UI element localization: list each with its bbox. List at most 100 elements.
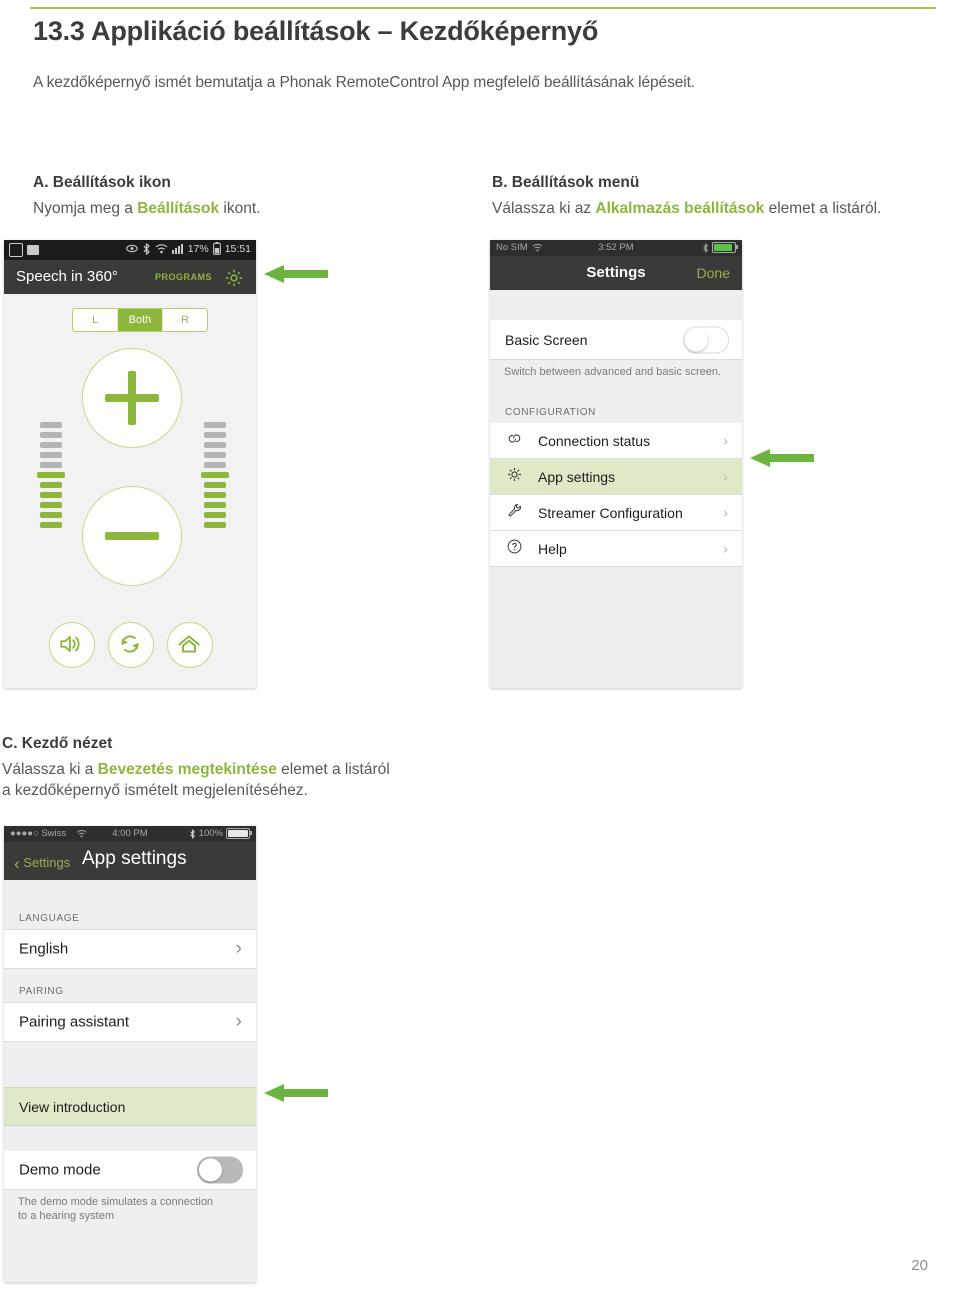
back-label: Settings bbox=[23, 855, 71, 870]
chevron-right-icon: › bbox=[723, 432, 728, 449]
back-button[interactable]: ‹ Settings bbox=[14, 854, 70, 874]
phone-screenshot-a: 17% 15:51 Speech in 360° PROGRAMS L Both… bbox=[4, 240, 256, 688]
sync-icon bbox=[121, 635, 139, 653]
basic-screen-toggle[interactable] bbox=[683, 326, 729, 353]
configuration-header: CONFIGURATION bbox=[490, 391, 742, 423]
language-value: English bbox=[19, 940, 69, 958]
ear-selector[interactable]: L Both R bbox=[72, 308, 208, 332]
row-label: Connection status bbox=[538, 432, 651, 449]
clock-label: 15:51 bbox=[224, 242, 251, 255]
level-seg bbox=[204, 452, 226, 458]
home-icon bbox=[178, 635, 200, 653]
row-help[interactable]: Help › bbox=[490, 531, 742, 567]
demo-mode-note: The demo mode simulates a connection to … bbox=[4, 1190, 256, 1235]
signal-icon bbox=[171, 244, 183, 254]
page-title: 13.3 Applikáció beállítások – Kezdőképer… bbox=[33, 16, 599, 46]
volume-down-button[interactable] bbox=[82, 486, 182, 586]
language-header: LANGUAGE bbox=[4, 904, 256, 929]
demo-mode-toggle[interactable] bbox=[197, 1156, 243, 1184]
sync-button[interactable] bbox=[108, 622, 154, 668]
ios-status-bar-c: ●●●●○ Swiss 4:00 PM 100% bbox=[4, 826, 256, 842]
level-seg bbox=[40, 452, 62, 458]
settings-button[interactable] bbox=[224, 268, 244, 293]
no-sim-icon bbox=[9, 243, 23, 257]
spacer bbox=[4, 1042, 256, 1087]
section-a-highlight: Beállítások bbox=[137, 200, 220, 217]
chevron-right-icon: › bbox=[723, 540, 728, 557]
level-seg-active bbox=[204, 522, 226, 528]
chevron-left-icon: ‹ bbox=[14, 854, 20, 873]
bottom-filler bbox=[4, 1235, 256, 1282]
level-seg bbox=[204, 442, 226, 448]
level-seg-active bbox=[40, 502, 62, 508]
row-label: Streamer Configuration bbox=[538, 504, 683, 521]
section-c-text-line2: a kezdőképernyő ismételt megjelenítéséhe… bbox=[2, 782, 308, 799]
arrow-to-view-introduction-icon bbox=[264, 1084, 328, 1102]
spacer bbox=[490, 290, 742, 320]
level-seg-active bbox=[204, 492, 226, 498]
phone-screenshot-b: No SIM 3:52 PM Settings Done Basic Scree… bbox=[490, 240, 742, 688]
level-seg bbox=[204, 462, 226, 468]
level-seg-active bbox=[201, 472, 229, 478]
row-demo-mode[interactable]: Demo mode bbox=[4, 1151, 256, 1190]
section-b-title: B. Beállítások menü bbox=[492, 174, 640, 191]
section-b-body: Válassza ki az Alkalmazás beállítások el… bbox=[492, 198, 881, 219]
page-number: 20 bbox=[911, 1257, 928, 1274]
row-language[interactable]: English › bbox=[4, 929, 256, 969]
battery-icon bbox=[712, 242, 738, 253]
gear-icon bbox=[506, 466, 523, 488]
section-c-text-before: Válassza ki a bbox=[2, 761, 98, 778]
chevron-right-icon: › bbox=[723, 468, 728, 485]
ios-status-bar-b: No SIM 3:52 PM bbox=[490, 240, 742, 256]
row-label: Help bbox=[538, 540, 567, 557]
chevron-right-icon: › bbox=[723, 504, 728, 521]
volume-up-button[interactable] bbox=[82, 348, 182, 448]
page-root: 13.3 Applikáció beállítások – Kezdőképer… bbox=[0, 0, 960, 1292]
speaker-icon bbox=[60, 636, 80, 652]
row-view-introduction[interactable]: View introduction bbox=[4, 1087, 256, 1126]
android-status-bar: 17% 15:51 bbox=[4, 240, 256, 260]
basic-screen-label: Basic Screen bbox=[505, 331, 588, 348]
status-right-icons: 100% bbox=[189, 828, 252, 839]
ear-option-both[interactable]: Both bbox=[117, 309, 163, 331]
pairing-value: Pairing assistant bbox=[19, 1013, 130, 1031]
row-connection-status[interactable]: Connection status › bbox=[490, 423, 742, 459]
nav-title: App settings bbox=[82, 848, 187, 869]
basic-screen-row[interactable]: Basic Screen bbox=[490, 320, 742, 360]
spacer bbox=[4, 1126, 256, 1151]
bluetooth-icon bbox=[703, 242, 709, 253]
wifi-icon bbox=[155, 244, 168, 254]
programs-button[interactable]: PROGRAMS bbox=[155, 272, 212, 282]
phone-screenshot-c: ●●●●○ Swiss 4:00 PM 100% ‹ Settings App … bbox=[4, 826, 256, 1282]
level-seg-active bbox=[40, 482, 62, 488]
pairing-header: PAIRING bbox=[4, 969, 256, 1002]
row-streamer-configuration[interactable]: Streamer Configuration › bbox=[490, 495, 742, 531]
ear-option-right[interactable]: R bbox=[163, 309, 207, 331]
ear-option-left[interactable]: L bbox=[73, 309, 117, 331]
level-seg-active bbox=[37, 472, 65, 478]
level-seg bbox=[40, 432, 62, 438]
level-seg-active bbox=[40, 522, 62, 528]
gear-icon bbox=[225, 269, 243, 287]
done-button[interactable]: Done bbox=[697, 265, 730, 281]
status-right-icons bbox=[702, 242, 738, 253]
left-level-meter bbox=[37, 422, 65, 532]
status-right-icons: 17% 15:51 bbox=[125, 242, 251, 255]
level-seg bbox=[204, 432, 226, 438]
bluetooth-icon bbox=[189, 828, 195, 839]
arrow-to-app-settings-icon bbox=[750, 449, 814, 467]
home-button[interactable] bbox=[167, 622, 213, 668]
battery-icon bbox=[212, 242, 221, 255]
row-pairing-assistant[interactable]: Pairing assistant › bbox=[4, 1002, 256, 1042]
row-app-settings[interactable]: App settings › bbox=[490, 459, 742, 495]
image-icon bbox=[27, 245, 39, 255]
basic-screen-note: Switch between advanced and basic screen… bbox=[490, 360, 742, 391]
level-seg bbox=[40, 422, 62, 428]
section-b-text-before: Válassza ki az bbox=[492, 200, 596, 217]
section-c-highlight: Bevezetés megtekintése bbox=[97, 761, 277, 778]
top-rule bbox=[30, 7, 936, 9]
speaker-button[interactable] bbox=[49, 622, 95, 668]
right-level-meter bbox=[201, 422, 229, 532]
battery-percent-label: 100% bbox=[198, 828, 223, 839]
section-c-title: C. Kezdő nézet bbox=[2, 735, 113, 752]
